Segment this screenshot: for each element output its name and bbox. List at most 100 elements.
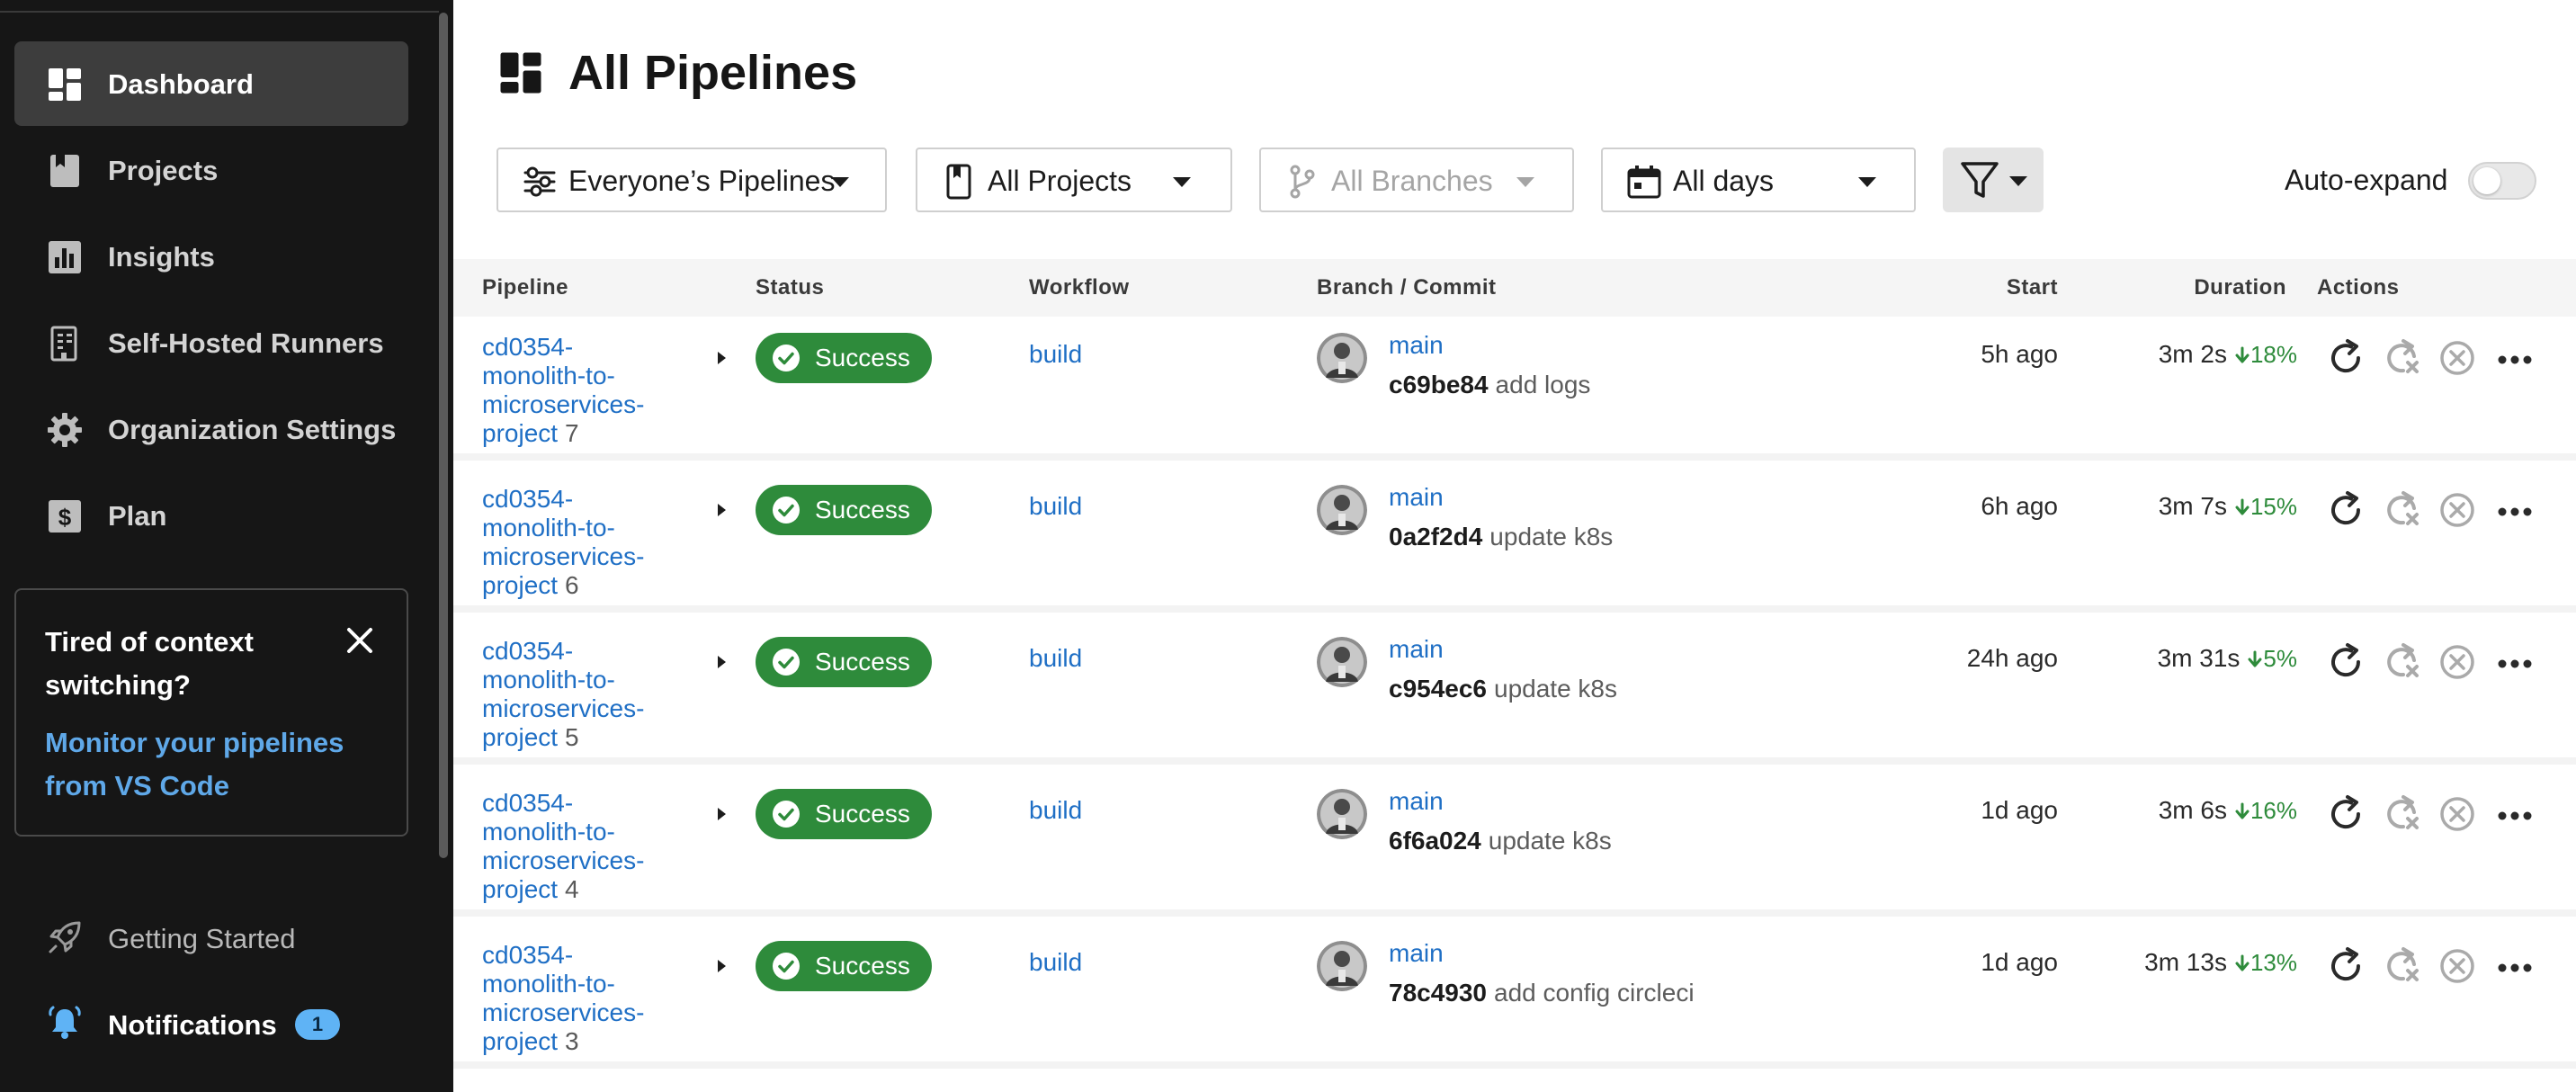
sidebar-scroll-thumb[interactable] xyxy=(439,13,448,858)
more-options-icon[interactable] xyxy=(2493,792,2536,836)
close-icon[interactable] xyxy=(342,622,378,658)
status-badge[interactable]: Success xyxy=(756,637,932,687)
rerun-failed-icon[interactable] xyxy=(2380,944,2423,988)
workflow-link[interactable]: build xyxy=(1029,646,1082,671)
status-badge[interactable]: Success xyxy=(756,789,932,839)
sidebar-scrollbar[interactable] xyxy=(437,13,450,858)
cancel-circle-icon[interactable] xyxy=(2436,488,2479,532)
check-circle-icon xyxy=(772,952,801,980)
table-row: cd0354-monolith-to-microservices-project… xyxy=(453,925,2576,1069)
status-badge[interactable]: Success xyxy=(756,941,932,991)
commit-message: update k8s xyxy=(1494,675,1618,703)
sidebar-item-projects[interactable]: Projects xyxy=(14,128,408,212)
sidebar-item-plan[interactable]: $ Plan xyxy=(14,473,408,558)
rerun-failed-icon[interactable] xyxy=(2380,640,2423,684)
commit-info[interactable]: 6f6a024 update k8s xyxy=(1389,828,1612,854)
pipeline-project-link[interactable]: cd0354-monolith-to-microservices-project… xyxy=(482,485,662,600)
branch-link[interactable]: main xyxy=(1389,789,1444,814)
duration-value: 3m 6s xyxy=(2158,796,2227,824)
branch-link[interactable]: main xyxy=(1389,941,1444,966)
rerun-icon[interactable] xyxy=(2324,792,2367,836)
status-badge[interactable]: Success xyxy=(756,485,932,535)
workflow-link[interactable]: build xyxy=(1029,494,1082,519)
expand-row-icon[interactable] xyxy=(712,501,730,519)
rerun-icon[interactable] xyxy=(2324,640,2367,684)
rerun-icon[interactable] xyxy=(2324,336,2367,380)
status-text: Success xyxy=(815,648,910,676)
date-range-filter[interactable]: All days xyxy=(1601,148,1916,212)
plan-icon: $ xyxy=(47,498,83,534)
project-name: cd0354-monolith-to-microservices-project xyxy=(482,941,645,1055)
runners-icon xyxy=(47,326,83,362)
start-time: 24h ago xyxy=(1966,644,2058,672)
commit-message: add logs xyxy=(1495,371,1591,398)
commit-info[interactable]: c954ec6 update k8s xyxy=(1389,676,1617,702)
table-row: cd0354-monolith-to-microservices-project… xyxy=(453,469,2576,613)
pipeline-project-link[interactable]: cd0354-monolith-to-microservices-project… xyxy=(482,637,662,752)
sidebar-item-label: Notifications xyxy=(108,1009,277,1041)
sidebar-item-dashboard[interactable]: Dashboard xyxy=(14,41,408,126)
branch-filter[interactable]: All Branches xyxy=(1259,148,1574,212)
sidebar: Dashboard Projects Insights Self-Hosted … xyxy=(0,0,453,1092)
branch-link[interactable]: main xyxy=(1389,637,1444,662)
filter-label: All days xyxy=(1673,165,1775,197)
start-time: 1d ago xyxy=(1981,796,2058,824)
advanced-filter-button[interactable] xyxy=(1943,148,2044,212)
more-options-icon[interactable] xyxy=(2493,944,2536,988)
more-options-icon[interactable] xyxy=(2493,336,2536,380)
sidebar-item-insights[interactable]: Insights xyxy=(14,214,408,299)
project-filter[interactable]: All Projects xyxy=(916,148,1232,212)
branch-link[interactable]: main xyxy=(1389,333,1444,358)
git-branch-icon xyxy=(1284,164,1320,200)
cancel-circle-icon[interactable] xyxy=(2436,792,2479,836)
sidebar-item-notifications[interactable]: Notifications 1 xyxy=(14,988,408,1060)
avatar xyxy=(1317,637,1367,687)
promo-vscode-link[interactable]: Monitor your pipelines from VS Code xyxy=(45,721,387,808)
sidebar-divider xyxy=(0,11,439,13)
rerun-failed-icon[interactable] xyxy=(2380,792,2423,836)
sidebar-item-self-hosted-runners[interactable]: Self-Hosted Runners xyxy=(14,300,408,385)
rerun-failed-icon[interactable] xyxy=(2380,488,2423,532)
cancel-circle-icon[interactable] xyxy=(2436,944,2479,988)
cancel-circle-icon[interactable] xyxy=(2436,640,2479,684)
commit-info[interactable]: 0a2f2d4 update k8s xyxy=(1389,524,1613,550)
workflow-link[interactable]: build xyxy=(1029,798,1082,823)
workflow-link[interactable]: build xyxy=(1029,342,1082,367)
commit-sha: 78c4930 xyxy=(1389,979,1488,1007)
sidebar-item-organization-settings[interactable]: Organization Settings xyxy=(14,387,408,471)
status-badge[interactable]: Success xyxy=(756,333,932,383)
rerun-icon[interactable] xyxy=(2324,944,2367,988)
avatar xyxy=(1317,485,1367,535)
pipeline-project-link[interactable]: cd0354-monolith-to-microservices-project… xyxy=(482,333,662,448)
pipeline-project-link[interactable]: cd0354-monolith-to-microservices-project… xyxy=(482,941,662,1056)
insights-icon xyxy=(47,239,83,275)
commit-info[interactable]: 78c4930 add config circleci xyxy=(1389,980,1695,1006)
duration-value: 3m 7s xyxy=(2158,492,2227,520)
cancel-circle-icon[interactable] xyxy=(2436,336,2479,380)
rerun-failed-icon[interactable] xyxy=(2380,336,2423,380)
sidebar-item-getting-started[interactable]: Getting Started xyxy=(14,901,408,973)
expand-row-icon[interactable] xyxy=(712,957,730,975)
duration: 3m 31s 5% xyxy=(2117,646,2297,671)
table-row: cd0354-monolith-to-microservices-project… xyxy=(453,621,2576,765)
pipeline-owner-filter[interactable]: Everyone’s Pipelines xyxy=(496,148,887,212)
filter-label: All Branches xyxy=(1331,165,1493,197)
commit-info[interactable]: c69be84 add logs xyxy=(1389,372,1590,398)
workflow-link[interactable]: build xyxy=(1029,950,1082,975)
expand-row-icon[interactable] xyxy=(712,349,730,367)
more-options-icon[interactable] xyxy=(2493,640,2536,684)
auto-expand-toggle[interactable] xyxy=(2468,162,2536,200)
branch-link[interactable]: main xyxy=(1389,485,1444,510)
pipeline-project-link[interactable]: cd0354-monolith-to-microservices-project… xyxy=(482,789,662,904)
chevron-down-icon xyxy=(1858,177,1876,187)
expand-row-icon[interactable] xyxy=(712,805,730,823)
app-root: Dashboard Projects Insights Self-Hosted … xyxy=(0,0,2576,1092)
table-row: cd0354-monolith-to-microservices-project… xyxy=(453,773,2576,917)
svg-text:$: $ xyxy=(58,504,72,531)
more-options-icon[interactable] xyxy=(2493,488,2536,532)
duration-value: 3m 13s xyxy=(2144,948,2227,976)
start-time: 1d ago xyxy=(1981,948,2058,976)
expand-row-icon[interactable] xyxy=(712,653,730,671)
filter-label: All Projects xyxy=(988,165,1132,197)
rerun-icon[interactable] xyxy=(2324,488,2367,532)
